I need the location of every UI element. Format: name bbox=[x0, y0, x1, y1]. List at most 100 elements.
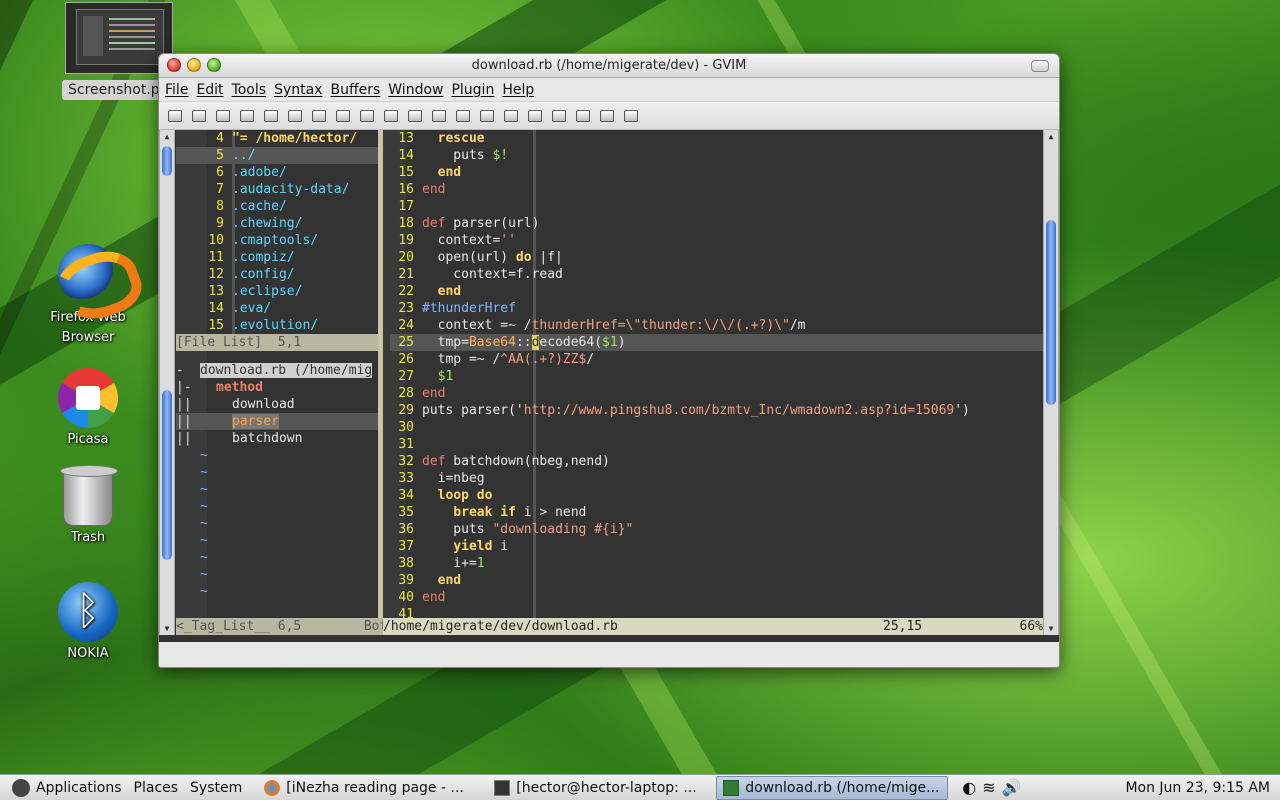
code-line[interactable]: 37 yield i bbox=[390, 538, 1043, 555]
scroll-up-icon[interactable]: ▲ bbox=[161, 132, 173, 142]
code-line[interactable]: 15 end bbox=[390, 164, 1043, 181]
task-button-firefox[interactable]: [iNezha reading page - ... bbox=[258, 776, 488, 800]
network-icon[interactable]: ◐ bbox=[962, 778, 976, 797]
help-icon[interactable] bbox=[597, 106, 617, 126]
scroll-up-icon[interactable]: ▲ bbox=[1045, 132, 1057, 142]
redo-icon[interactable] bbox=[285, 106, 305, 126]
code-pane[interactable]: 13 rescue 14 puts $! 15 end 16 end 17 18 def pa… bbox=[383, 130, 1043, 635]
code-line[interactable]: 17 bbox=[390, 198, 1043, 215]
code-line[interactable]: 19 context='' bbox=[390, 232, 1043, 249]
shell-icon[interactable] bbox=[549, 106, 569, 126]
save-session-icon[interactable] bbox=[477, 106, 497, 126]
make-icon[interactable] bbox=[525, 106, 545, 126]
file-list-item[interactable]: 4 "= /home/hector/ bbox=[176, 130, 378, 147]
file-list-item[interactable]: 9 .chewing/ bbox=[176, 215, 378, 232]
file-list-item[interactable]: 11 .compiz/ bbox=[176, 249, 378, 266]
desktop-icon-trash[interactable]: Trash bbox=[33, 465, 143, 545]
scroll-down-icon[interactable]: ▼ bbox=[161, 624, 173, 634]
tags-icon[interactable] bbox=[573, 106, 593, 126]
screenshot-thumbnail-label[interactable]: Screenshot.p bbox=[62, 80, 162, 100]
clock[interactable]: Mon Jun 23, 9:15 AM bbox=[1125, 780, 1280, 796]
scroll-down-icon[interactable]: ▼ bbox=[1045, 624, 1057, 634]
code-line[interactable]: 23 #thunderHref bbox=[390, 300, 1043, 317]
find-next-icon[interactable] bbox=[405, 106, 425, 126]
task-button-terminal[interactable]: [hector@hector-laptop: ... bbox=[488, 776, 716, 800]
load-session-icon[interactable] bbox=[453, 106, 473, 126]
shade-button[interactable] bbox=[1031, 60, 1049, 72]
places-menu[interactable]: Places bbox=[128, 776, 185, 800]
system-menu[interactable]: System bbox=[184, 776, 248, 800]
run-script-icon[interactable] bbox=[501, 106, 521, 126]
task-button-gvim[interactable]: download.rb (/home/mige... bbox=[716, 775, 949, 800]
wifi-icon[interactable]: ≋ bbox=[982, 778, 995, 797]
code-line[interactable]: 33 i=nbeg bbox=[390, 470, 1043, 487]
code-line[interactable]: 36 puts "downloading #{i}" bbox=[390, 521, 1043, 538]
undo-icon[interactable] bbox=[261, 106, 281, 126]
code-line[interactable]: 14 puts $! bbox=[390, 147, 1043, 164]
desktop-icon-picasa[interactable]: Picasa bbox=[33, 368, 143, 447]
menu-file[interactable]: File bbox=[165, 82, 188, 98]
code-line[interactable]: 18 def parser(url) bbox=[390, 215, 1043, 232]
left-scrollbar[interactable]: ▲ ▼ bbox=[159, 130, 175, 635]
code-line[interactable]: 40 end bbox=[390, 589, 1043, 606]
file-list-item[interactable]: 10 .cmaptools/ bbox=[176, 232, 378, 249]
copy-icon[interactable] bbox=[333, 106, 353, 126]
file-list-item[interactable]: 8 .cache/ bbox=[176, 198, 378, 215]
code-line[interactable]: 26 tmp =~ /^AA(.+?)ZZ$/ bbox=[390, 351, 1043, 368]
file-list-item[interactable]: 15 .evolution/ bbox=[176, 317, 378, 334]
desktop-icon-firefox[interactable]: Firefox Web Browser bbox=[33, 244, 143, 348]
code-line[interactable]: 31 bbox=[390, 436, 1043, 453]
code-line[interactable]: 16 end bbox=[390, 181, 1043, 198]
file-list-item[interactable]: 13 .eclipse/ bbox=[176, 283, 378, 300]
code-line[interactable]: 21 context=f.read bbox=[390, 266, 1043, 283]
menu-syntax[interactable]: Syntax bbox=[274, 82, 322, 98]
tag-list-item[interactable]: || download bbox=[176, 396, 378, 413]
file-list-item[interactable]: 6 .adobe/ bbox=[176, 164, 378, 181]
tag-list-item[interactable]: || parser bbox=[176, 413, 378, 430]
code-line[interactable]: 30 bbox=[390, 419, 1043, 436]
menu-window[interactable]: Window bbox=[388, 82, 443, 98]
volume-icon[interactable]: 🔊 bbox=[1002, 778, 1022, 797]
tag-list-file[interactable]: - download.rb (/home/mig bbox=[176, 362, 378, 379]
editor-area[interactable]: ▲ ▼ 4 "= /home/hector/5 ../ 6 .adobe/7 .audac… bbox=[159, 130, 1059, 642]
title-bar[interactable]: download.rb (/home/migerate/dev) - GVIM bbox=[159, 54, 1059, 78]
code-line[interactable]: 35 break if i > nend bbox=[390, 504, 1043, 521]
code-line[interactable]: 24 context =~ /thunderHref=\"thunder:\/\… bbox=[390, 317, 1043, 334]
print-icon[interactable] bbox=[237, 106, 257, 126]
menu-plugin[interactable]: Plugin bbox=[451, 82, 494, 98]
code-line[interactable]: 28 end bbox=[390, 385, 1043, 402]
code-line[interactable]: 22 end bbox=[390, 283, 1043, 300]
paste-icon[interactable] bbox=[357, 106, 377, 126]
desktop-icon-nokia[interactable]: NOKIA bbox=[33, 582, 143, 661]
menu-help[interactable]: Help bbox=[502, 82, 534, 98]
applications-menu[interactable]: Applications bbox=[0, 776, 128, 800]
file-list-item[interactable]: 7 .audacity-data/ bbox=[176, 181, 378, 198]
right-scrollbar[interactable]: ▲ ▼ bbox=[1043, 130, 1059, 635]
menu-buffers[interactable]: Buffers bbox=[330, 82, 380, 98]
file-list-item[interactable]: 14 .eva/ bbox=[176, 300, 378, 317]
code-line[interactable]: 27 $1 bbox=[390, 368, 1043, 385]
code-line[interactable]: 29 puts parser('http://www.pingshu8.com/b… bbox=[390, 402, 1043, 419]
code-line[interactable]: 25 tmp=Base64::decode64($1) bbox=[390, 334, 1043, 351]
save-icon[interactable] bbox=[189, 106, 209, 126]
open-icon[interactable] bbox=[165, 106, 185, 126]
file-list-item[interactable]: 5 ../ bbox=[176, 147, 378, 164]
save-all-icon[interactable] bbox=[213, 106, 233, 126]
cut-icon[interactable] bbox=[309, 106, 329, 126]
find-prev-icon[interactable] bbox=[429, 106, 449, 126]
tag-list-item[interactable]: || batchdown bbox=[176, 430, 378, 447]
find-icon[interactable] bbox=[381, 106, 401, 126]
code-line[interactable]: 13 rescue bbox=[390, 130, 1043, 147]
code-line[interactable]: 20 open(url) do |f| bbox=[390, 249, 1043, 266]
code-line[interactable]: 38 i+=1 bbox=[390, 555, 1043, 572]
scroll-thumb[interactable] bbox=[1046, 220, 1056, 405]
code-line[interactable]: 39 end bbox=[390, 572, 1043, 589]
code-line[interactable]: 32 def batchdown(nbeg,nend) bbox=[390, 453, 1043, 470]
menu-edit[interactable]: Edit bbox=[196, 82, 223, 98]
find-help-icon[interactable] bbox=[621, 106, 641, 126]
scroll-thumb[interactable] bbox=[162, 390, 172, 560]
file-list-item[interactable]: 12 .config/ bbox=[176, 266, 378, 283]
tag-list-group[interactable]: |- method bbox=[176, 379, 378, 396]
screenshot-thumbnail[interactable] bbox=[65, 2, 173, 74]
code-line[interactable]: 34 loop do bbox=[390, 487, 1043, 504]
